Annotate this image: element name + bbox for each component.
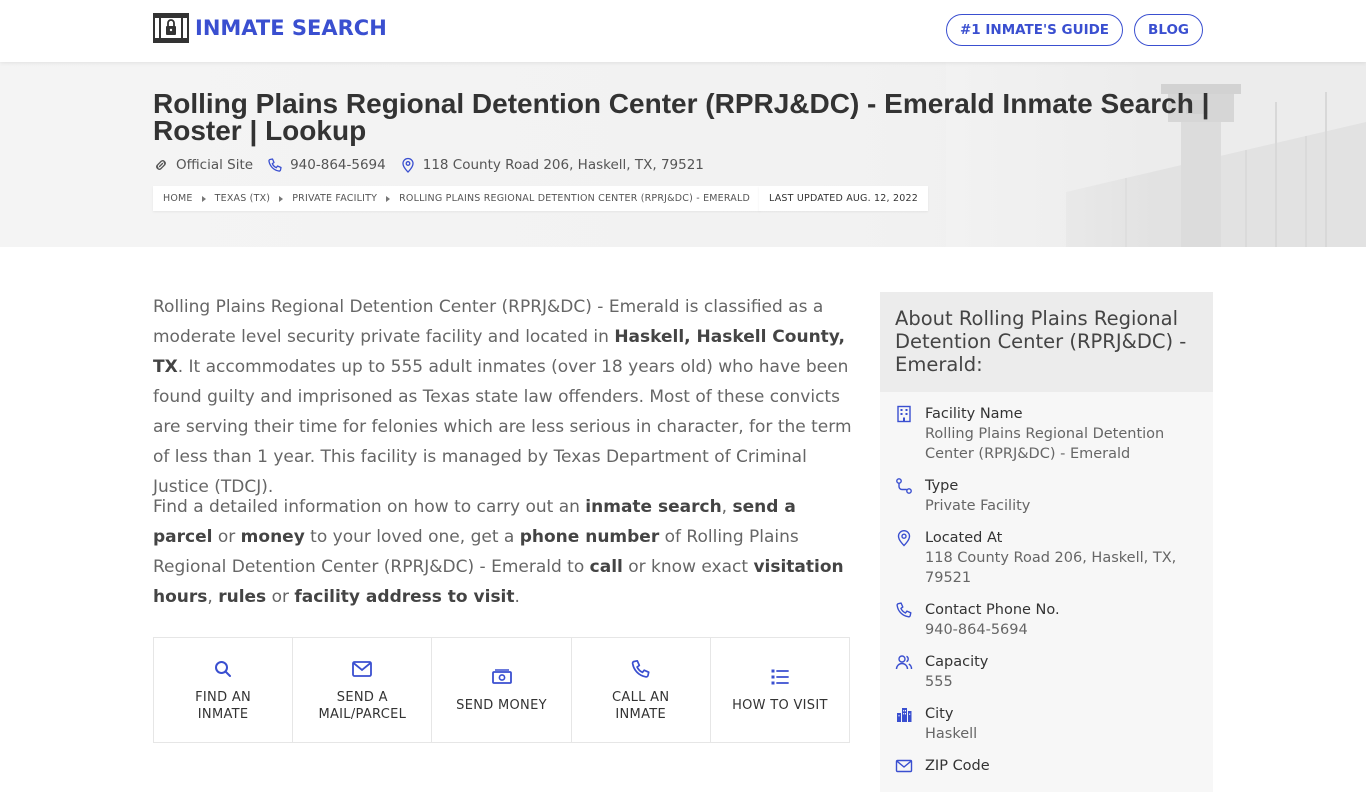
services-text: , [721, 497, 733, 517]
fact-value: 118 County Road 206, Haskell, TX, 79521 [925, 550, 1177, 586]
fact-label: Type [925, 478, 959, 494]
hero-banner: Rolling Plains Regional Detention Center… [0, 62, 1366, 247]
services-emphasis: facility address to visit [294, 587, 515, 607]
services-emphasis: inmate search [585, 497, 722, 517]
top-navbar: INMATE SEARCH #1 INMATE'S GUIDE BLOG [0, 0, 1366, 62]
breadcrumb-state[interactable]: TEXAS (TX) [215, 193, 271, 204]
phone-icon [631, 659, 650, 678]
route-icon [896, 478, 912, 494]
services-text: or [212, 527, 241, 547]
fact-city: City Haskell [895, 704, 1198, 744]
fact-location: Located At 118 County Road 206, Haskell, … [895, 528, 1198, 588]
services-text: to your loved one, get a [304, 527, 520, 547]
jail-logo-icon [153, 13, 189, 43]
last-updated-badge: LAST UPDATED AUG. 12, 2022 [759, 186, 928, 211]
fact-facility-name: Facility Name Rolling Plains Regional Det… [895, 404, 1198, 464]
breadcrumb-caret-icon [386, 195, 391, 202]
breadcrumb-caret-icon [201, 195, 206, 202]
inmates-guide-button[interactable]: #1 INMATE'S GUIDE [945, 14, 1124, 46]
fact-value[interactable]: 940-864-5694 [925, 620, 1060, 640]
fact-zip: ZIP Code [895, 756, 1198, 776]
breadcrumb-home[interactable]: HOME [163, 193, 193, 204]
blog-button[interactable]: BLOG [1134, 14, 1203, 46]
services-text: or [266, 587, 295, 607]
address-link[interactable]: 118 County Road 206, Haskell, TX, 79521 [400, 157, 704, 173]
official-site-link[interactable]: Official Site [153, 157, 253, 173]
mail-icon [352, 660, 373, 677]
tile-label: SEND MONEY [456, 698, 547, 713]
about-facility-panel: About Rolling Plains Regional Detention … [880, 292, 1213, 792]
money-icon [491, 669, 512, 684]
address-text: 118 County Road 206, Haskell, TX, 79521 [422, 157, 704, 173]
fact-label: Capacity [925, 654, 989, 670]
breadcrumb: HOME TEXAS (TX) PRIVATE FACILITY ROLLING… [153, 186, 761, 211]
fact-value: Private Facility [925, 498, 1031, 514]
tile-label: FIND AN INMATE [195, 689, 252, 722]
page-title: Rolling Plains Regional Detention Center… [153, 88, 1210, 146]
fact-capacity: Capacity 555 [895, 652, 1198, 692]
services-text: . [514, 587, 520, 607]
fact-label: ZIP Code [925, 758, 990, 774]
breadcrumb-type[interactable]: PRIVATE FACILITY [292, 193, 377, 204]
phone-link[interactable]: 940-864-5694 [267, 157, 386, 173]
fact-label: Contact Phone No. [925, 602, 1060, 618]
fact-label: Facility Name [925, 406, 1023, 422]
facility-meta: Official Site 940-864-5694 118 County Ro… [153, 157, 704, 173]
services-emphasis: rules [218, 587, 267, 607]
phone-number: 940-864-5694 [290, 157, 386, 173]
users-icon [895, 655, 913, 670]
fact-type: Type Private Facility [895, 476, 1198, 516]
map-pin-icon [897, 530, 911, 547]
search-icon [215, 660, 232, 677]
brand-name: INMATE SEARCH [195, 16, 387, 40]
services-text: Find a detailed information on how to ca… [153, 497, 586, 517]
send-money-tile[interactable]: SEND MONEY [432, 638, 572, 742]
intro-paragraph: Rolling Plains Regional Detention Center… [153, 292, 853, 502]
intro-text: . It accommodates up to 555 adult inmate… [153, 357, 852, 497]
fact-value: 555 [925, 674, 953, 690]
services-emphasis: money [240, 527, 305, 547]
fact-value: Haskell [925, 726, 978, 742]
services-text: , [207, 587, 219, 607]
fact-label: City [925, 706, 954, 722]
send-mail-tile[interactable]: SEND A MAIL/PARCEL [293, 638, 433, 742]
fact-phone: Contact Phone No. 940-864-5694 [895, 600, 1198, 640]
fact-value: Rolling Plains Regional Detention Center… [925, 426, 1165, 462]
call-inmate-tile[interactable]: CALL AN INMATE [572, 638, 711, 742]
official-site-label: Official Site [176, 157, 254, 173]
services-emphasis: call [589, 557, 623, 577]
breadcrumb-caret-icon [279, 195, 284, 202]
tile-label: HOW TO VISIT [732, 698, 828, 713]
how-to-visit-tile[interactable]: HOW TO VISIT [711, 638, 849, 742]
services-text: or know exact [622, 557, 754, 577]
phone-icon [268, 158, 282, 172]
find-inmate-tile[interactable]: FIND AN INMATE [154, 638, 294, 742]
top-nav: #1 INMATE'S GUIDE BLOG [945, 14, 1203, 46]
map-pin-icon [402, 157, 414, 173]
link-icon [156, 160, 166, 170]
city-icon [897, 708, 912, 722]
tile-label: SEND A MAIL/PARCEL [318, 689, 407, 722]
facility-facts: Facility Name Rolling Plains Regional Det… [880, 392, 1213, 776]
about-heading: About Rolling Plains Regional Detention … [880, 292, 1213, 392]
action-tiles: FIND AN INMATE SEND A MAIL/PARCEL SEND MON… [153, 637, 850, 743]
tile-label: CALL AN INMATE [612, 689, 670, 722]
services-paragraph: Find a detailed information on how to ca… [153, 492, 853, 612]
mail-icon [895, 759, 913, 773]
brand-logo-link[interactable]: INMATE SEARCH [153, 13, 387, 43]
breadcrumb-current: ROLLING PLAINS REGIONAL DETENTION CENTER… [399, 193, 751, 204]
phone-icon [896, 602, 912, 618]
services-emphasis: phone number [519, 527, 660, 547]
list-icon [771, 669, 789, 685]
fact-label: Located At [925, 530, 1003, 546]
building-icon [897, 405, 911, 423]
